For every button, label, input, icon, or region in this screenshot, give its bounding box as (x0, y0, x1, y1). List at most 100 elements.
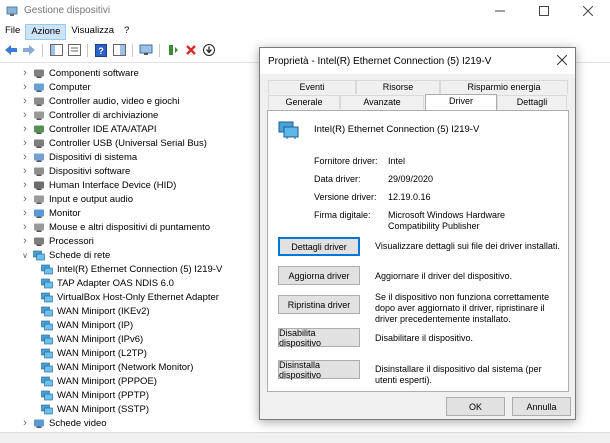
tree-category[interactable]: › Input e output audio (20, 192, 133, 206)
chevron-right-icon[interactable]: › (20, 95, 30, 107)
disable-device-description: Disabilitare il dispositivo. (375, 333, 474, 343)
close-button[interactable] (566, 0, 610, 22)
hid-icon (34, 181, 44, 190)
chevron-right-icon[interactable]: › (20, 109, 30, 121)
network-adapter-icon (41, 404, 53, 414)
tree-category[interactable]: › Dispositivi di sistema (20, 150, 137, 164)
tree-category[interactable]: › Monitor (20, 206, 81, 220)
chevron-right-icon[interactable]: › (20, 67, 30, 79)
uninstall-device-button[interactable]: Disinstalla dispositivo (278, 360, 360, 380)
chevron-right-icon[interactable]: › (20, 151, 30, 163)
red-x-icon (186, 45, 196, 55)
tree-child-item[interactable]: WAN Miniport (IKEv2) (38, 304, 150, 318)
ok-button[interactable]: OK (446, 397, 505, 416)
update-driver-description: Aggiornare il driver del dispositivo. (375, 271, 513, 281)
tree-category[interactable]: › Dispositivi software (20, 164, 130, 178)
chevron-right-icon[interactable]: › (20, 207, 30, 219)
tree-child-item[interactable]: WAN Miniport (Network Monitor) (38, 360, 193, 374)
tree-child-item[interactable]: WAN Miniport (SSTP) (38, 402, 149, 416)
tree-child-item[interactable]: TAP Adapter OAS NDIS 6.0 (38, 276, 174, 290)
tree-category[interactable]: › Mouse e altri dispositivi di puntamento (20, 220, 210, 234)
tree-category[interactable]: › Controller IDE ATA/ATAPI (20, 122, 157, 136)
chevron-right-icon[interactable]: › (20, 179, 30, 191)
cpu-icon (34, 237, 44, 246)
software-icon (34, 69, 44, 78)
network-adapter-icon (41, 306, 53, 316)
tree-category[interactable]: › Human Interface Device (HID) (20, 178, 176, 192)
device-name: Intel(R) Ethernet Connection (5) I219-V (314, 124, 480, 135)
tree-category[interactable]: › Processori (20, 234, 94, 248)
roll-back-driver-button[interactable]: Ripristina driver (278, 295, 360, 314)
close-icon (583, 6, 593, 16)
tab-risparmio-energia[interactable]: Risparmio energia (440, 80, 568, 94)
tree-category[interactable]: › Computer (20, 80, 91, 94)
maximize-button[interactable] (522, 0, 566, 22)
menu-azione[interactable]: Azione (25, 24, 67, 40)
show-hide-console-tree-button[interactable] (48, 43, 64, 58)
menu-visualizza[interactable]: Visualizza (66, 24, 119, 40)
tab-generale[interactable]: Generale (268, 95, 340, 109)
tree-item-label: Componenti software (49, 67, 139, 79)
properties-button[interactable]: ? (93, 43, 109, 58)
menu-file[interactable]: File (0, 24, 25, 40)
properties-list-button[interactable] (66, 43, 82, 58)
software-device-icon (34, 167, 44, 176)
minimize-button[interactable] (478, 0, 522, 22)
computer-icon (34, 83, 44, 92)
cancel-button[interactable]: Annulla (512, 397, 571, 416)
chevron-right-icon[interactable]: › (20, 165, 30, 177)
driver-details-description: Visualizzare dettagli sui file dei drive… (375, 241, 560, 251)
chevron-right-icon[interactable]: › (20, 137, 30, 149)
tree-category[interactable]: › Controller audio, video e giochi (20, 94, 179, 108)
tree-item-label: Controller USB (Universal Serial Bus) (49, 137, 207, 149)
tree-child-item[interactable]: WAN Miniport (PPPOE) (38, 374, 157, 388)
chevron-right-icon[interactable]: › (20, 81, 30, 93)
uninstall-button[interactable] (183, 43, 199, 58)
network-adapter-icon (41, 390, 53, 400)
back-button[interactable] (3, 43, 19, 58)
tree-item-label: Controller IDE ATA/ATAPI (49, 123, 157, 135)
chevron-down-icon[interactable]: ∨ (20, 251, 30, 260)
chevron-right-icon[interactable]: › (20, 235, 30, 247)
forward-arrow-icon (23, 45, 35, 55)
tree-category[interactable]: › Schede video (20, 416, 106, 430)
tab-avanzate[interactable]: Avanzate (340, 95, 424, 109)
tab-dettagli[interactable]: Dettagli (497, 95, 567, 109)
tree-category[interactable]: ∨ Schede di rete (20, 248, 110, 262)
tree-child-item[interactable]: WAN Miniport (IP) (38, 318, 133, 332)
dialog-title: Proprietà - Intel(R) Ethernet Connection… (268, 56, 492, 67)
tree-category[interactable]: › Controller USB (Universal Serial Bus) (20, 136, 207, 150)
chevron-right-icon[interactable]: › (20, 193, 30, 205)
horizontal-scrollbar[interactable] (0, 432, 610, 443)
tree-child-item[interactable]: VirtualBox Host-Only Ethernet Adapter (38, 290, 219, 304)
tree-item-label: Dispositivi di sistema (49, 151, 138, 163)
chevron-right-icon[interactable]: › (20, 221, 30, 233)
scan-hardware-button[interactable] (138, 43, 154, 58)
chevron-right-icon[interactable]: › (20, 417, 30, 429)
menu-help[interactable]: ? (119, 24, 134, 40)
forward-button[interactable] (21, 43, 37, 58)
tree-child-item[interactable]: WAN Miniport (PPTP) (38, 388, 149, 402)
update-driver-button[interactable]: Aggiorna driver (278, 266, 360, 285)
help-button[interactable] (111, 43, 127, 58)
tree-child-item[interactable]: Intel(R) Ethernet Connection (5) I219-V (38, 262, 222, 276)
minimize-icon (495, 10, 505, 12)
tree-item-label: WAN Miniport (SSTP) (57, 403, 150, 415)
tree-child-item[interactable]: WAN Miniport (L2TP) (38, 346, 147, 360)
add-driver-button[interactable] (165, 43, 181, 58)
tab-eventi[interactable]: Eventi (268, 80, 356, 94)
tree-item-label: Computer (49, 81, 91, 93)
tab-risorse[interactable]: Risorse (356, 80, 440, 94)
network-adapter-icon (41, 334, 53, 344)
tree-item-label: Human Interface Device (HID) (49, 179, 177, 191)
chevron-right-icon[interactable]: › (20, 123, 30, 135)
tab-driver[interactable]: Driver (425, 94, 497, 110)
update-driver-button[interactable] (201, 43, 217, 58)
tree-category[interactable]: › Controller di archiviazione (20, 108, 158, 122)
disable-device-button[interactable]: Disabilita dispositivo (278, 328, 360, 348)
tree-child-item[interactable]: WAN Miniport (IPv6) (38, 332, 143, 346)
driver-details-button[interactable]: Dettagli driver (278, 237, 360, 256)
tree-category[interactable]: › Componenti software (20, 66, 139, 80)
dialog-close-button[interactable] (556, 53, 568, 68)
display-adapter-icon (34, 419, 44, 428)
